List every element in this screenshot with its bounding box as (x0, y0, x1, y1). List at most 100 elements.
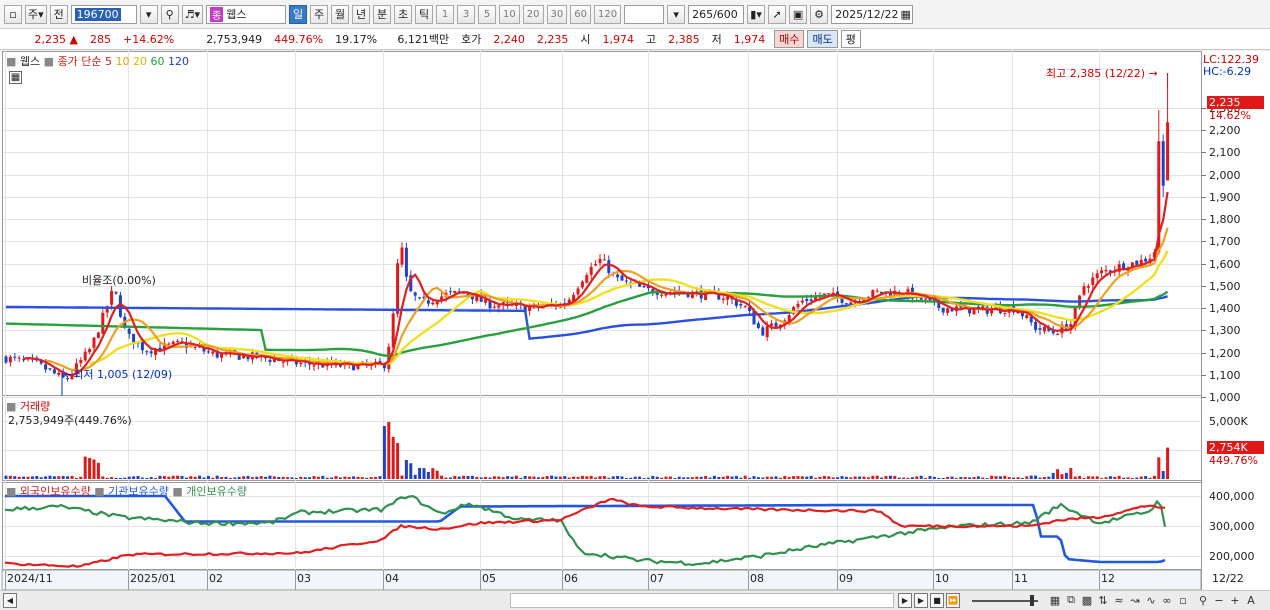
volume-bar (127, 476, 131, 479)
volume-bar (17, 476, 21, 479)
period-day[interactable]: 일 (289, 4, 308, 24)
stop-icon[interactable]: ■ (930, 593, 944, 608)
settings-gear-icon[interactable]: ⚙ (810, 4, 829, 24)
draw-tool-icon[interactable]: ➚ (768, 4, 787, 24)
x-axis-end-label: 12/22 (1212, 572, 1244, 585)
interval-custom-input[interactable] (624, 4, 665, 24)
calendar-icon[interactable]: ▦ (900, 8, 910, 21)
volume-bar (660, 477, 664, 479)
volume-bar (4, 475, 8, 479)
volume-bar (682, 477, 686, 479)
stock-name-field[interactable]: 종 웹스 (206, 4, 287, 24)
window-icon[interactable]: ▫ (4, 4, 22, 24)
chart-type-icon[interactable]: ⇅ (1096, 593, 1110, 607)
volume-bar (189, 476, 193, 479)
buy-button[interactable]: 매수 (774, 30, 805, 48)
interval-1[interactable]: 1 (436, 4, 455, 24)
price-axis-label: 1,100 (1209, 368, 1241, 382)
date-field[interactable]: 2025/12/22 ▦ (831, 4, 914, 24)
candle-body (44, 364, 48, 370)
volume-bar (638, 476, 642, 479)
font-size-icon[interactable]: A (1244, 593, 1258, 607)
candle-body (17, 357, 21, 359)
grid-icon[interactable]: ▩ (1080, 593, 1094, 607)
volume-bar (699, 476, 703, 479)
volume-bar (206, 475, 210, 479)
volume-bar (123, 477, 127, 479)
high-price: 2,385 (668, 32, 700, 46)
interval-10[interactable]: 10 (499, 4, 520, 24)
period-year[interactable]: 년 (352, 4, 371, 24)
volume-bar (1069, 468, 1073, 479)
horizontal-scrollbar[interactable]: ◀ ▶ ▶ ■ ⏩ ▦ ⧉ ▩ ⇅ ≈ ↝ ∿ ∞ ▫ ⚲ − + A (0, 590, 1270, 610)
candle-type-icon[interactable]: ▮▾ (747, 4, 766, 24)
link-icon[interactable]: ∞ (1160, 593, 1174, 607)
interval-5[interactable]: 5 (478, 4, 497, 24)
period-month[interactable]: 월 (331, 4, 350, 24)
period-tick[interactable]: 틱 (415, 4, 434, 24)
copy-icon[interactable]: ⧉ (1064, 593, 1078, 607)
scroll-left-icon[interactable]: ◀ (3, 593, 17, 608)
volume-bar (281, 476, 285, 479)
volume-bar (893, 475, 897, 479)
code-input[interactable]: 196700 (70, 4, 137, 24)
save-icon[interactable]: ▣ (789, 4, 808, 24)
candle-body (497, 305, 501, 308)
fast-forward-icon[interactable]: ⏩ (946, 593, 960, 608)
interval-60[interactable]: 60 (570, 4, 591, 24)
interval-20[interactable]: 20 (522, 4, 544, 24)
volume-bar (620, 476, 624, 479)
prev-button[interactable]: 전 (49, 4, 68, 24)
candle-body (431, 302, 435, 305)
market-select[interactable]: 주 ▾ (25, 4, 47, 24)
export-icon[interactable]: ▫ (1176, 593, 1190, 607)
price-axis-label: 2,000 (1209, 168, 1241, 182)
sell-button[interactable]: 매도 (807, 30, 838, 48)
volume-bar (1100, 478, 1104, 479)
period-second[interactable]: 초 (394, 4, 413, 24)
volume-bar (651, 475, 655, 479)
zoom-out-icon[interactable]: − (1212, 593, 1226, 607)
speaker-icon[interactable]: ♬▾ (181, 4, 204, 24)
code-dropdown-icon[interactable]: ▾ (139, 4, 158, 24)
period-minute[interactable]: 분 (373, 4, 392, 24)
volume-bar (343, 476, 347, 479)
trend-icon[interactable]: ↝ (1128, 593, 1142, 607)
price-value: 2,235 (34, 32, 67, 46)
play-icon[interactable]: ▶ (914, 593, 928, 608)
x-axis-label: 11 (1014, 572, 1028, 585)
search-icon[interactable]: ⚲ (160, 4, 179, 24)
volume-bar (1117, 475, 1121, 479)
interval-3[interactable]: 3 (457, 4, 476, 24)
chart-area[interactable]: ■ 웹스 ■ 종가 단순 5 10 20 60 120 ▦ LC:122.39 … (0, 51, 1270, 590)
volume-bar (44, 476, 48, 479)
volume-bar (752, 476, 756, 479)
indicator-icon[interactable]: ≈ (1112, 593, 1126, 607)
scroll-right-icon[interactable]: ▶ (898, 593, 912, 608)
volume-bar (880, 477, 884, 479)
zoom-in-icon[interactable]: + (1228, 593, 1242, 607)
scroll-thumb[interactable] (510, 593, 894, 608)
volume-bar (228, 477, 232, 479)
volume-bar (237, 476, 241, 479)
period-week[interactable]: 주 (310, 4, 329, 24)
volume-bar (862, 476, 866, 479)
chart-canvas[interactable] (0, 51, 1270, 590)
legend-ma60: 60 (150, 55, 165, 68)
volume-bar (818, 476, 822, 479)
interval-30[interactable]: 30 (546, 4, 568, 24)
avg-button[interactable]: 평 (840, 30, 861, 48)
grid-table-icon[interactable]: ▦ (9, 71, 22, 84)
pattern-icon[interactable]: ∿ (1144, 593, 1158, 607)
count-field[interactable]: 265/600 (688, 4, 745, 24)
interval-120[interactable]: 120 (593, 4, 622, 24)
max-label: 최고 2,385 (12/22) (1046, 67, 1146, 80)
zoom-slider-handle[interactable] (1030, 595, 1034, 606)
interval-dropdown-icon[interactable]: ▾ (667, 4, 686, 24)
layout-icon[interactable]: ▦ (1048, 593, 1062, 607)
zoom-icon[interactable]: ⚲ (1196, 593, 1210, 607)
candle-body (400, 247, 404, 265)
candle-body (589, 266, 593, 275)
volume-bar (743, 475, 747, 479)
zoom-slider[interactable] (972, 600, 1038, 602)
